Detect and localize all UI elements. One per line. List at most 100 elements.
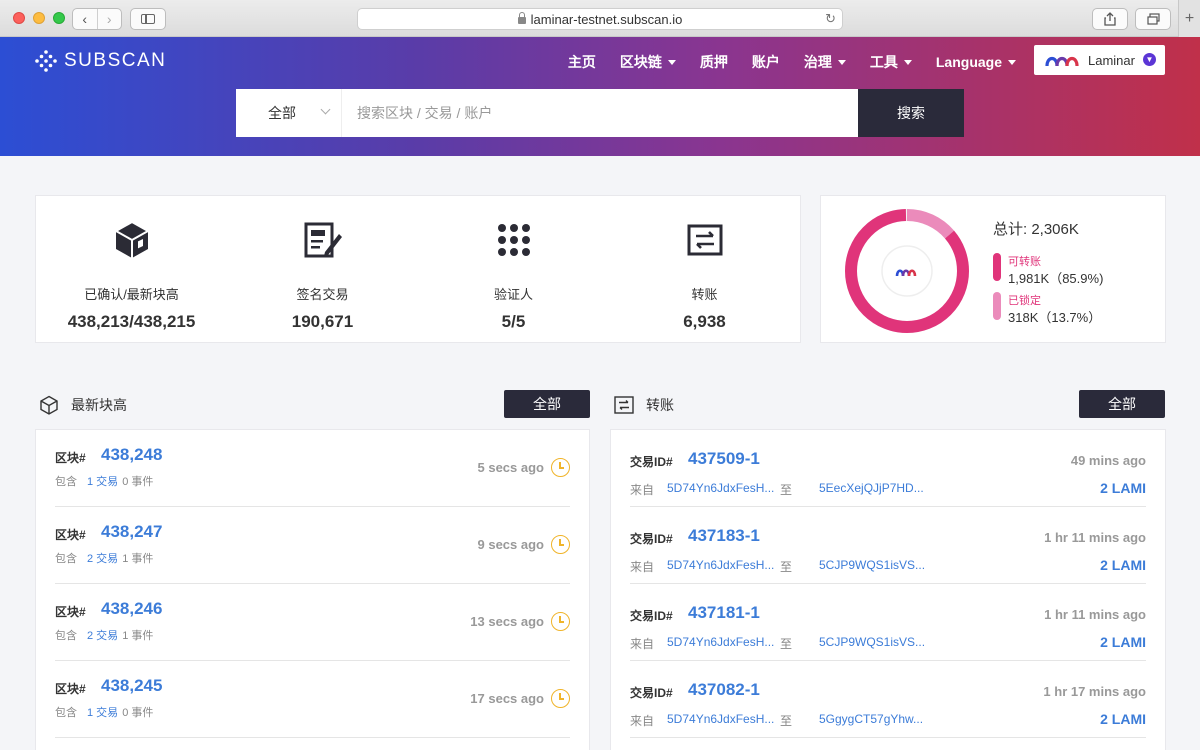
from-address-link[interactable]: 5D74Yn6JdxFesH... (667, 558, 774, 572)
stat-label: 转账 (691, 287, 718, 302)
clock-icon (551, 612, 570, 631)
new-tab-button[interactable]: + (1178, 0, 1200, 37)
extrinsics-count-link[interactable]: 1 交易 (87, 707, 118, 719)
events-count-link[interactable]: 1 事件 (122, 630, 153, 642)
nav-item[interactable]: 区块链 (620, 52, 676, 72)
token-supply-card: 总计: 2,306K 可转账 1,981K（85.9%) 已锁定 318K（13… (820, 195, 1166, 343)
from-label: 来自 (630, 483, 655, 497)
stat-label: 验证人 (493, 287, 533, 302)
block-number-link[interactable]: 438,247 (101, 522, 162, 542)
block-icon (113, 220, 150, 258)
nav-item[interactable]: 治理 (804, 52, 846, 72)
block-time: 13 secs ago (470, 614, 544, 629)
to-address-link[interactable]: 5CJP9WQS1isVS... (819, 558, 925, 572)
search-bar: 全部 搜索 (236, 89, 964, 137)
to-label: 至 (780, 714, 793, 728)
extrinsics-count-link[interactable]: 2 交易 (87, 630, 118, 642)
nav-item-label: 治理 (803, 54, 832, 70)
back-icon[interactable]: ‹ (73, 9, 97, 29)
block-outline-icon (40, 395, 58, 415)
search-input[interactable] (342, 89, 858, 137)
transfer-time: 1 hr 17 mins ago (1043, 684, 1146, 699)
nav-item[interactable]: 工具 (870, 52, 912, 72)
block-row: 区块# 438,246 包含 2 交易 1 事件 13 secs ago (55, 584, 570, 661)
block-number-link[interactable]: 438,246 (101, 599, 162, 619)
chevron-down-icon: ▼ (1143, 53, 1156, 66)
nav-item[interactable]: 账户 (752, 52, 780, 72)
block-number-link[interactable]: 438,245 (101, 676, 162, 696)
tabs-overview-button[interactable] (1135, 8, 1171, 30)
nav-item[interactable]: Language (936, 54, 1016, 70)
contains-label: 包含 (55, 707, 77, 719)
block-key: 区块# (55, 528, 86, 542)
transfer-id-link[interactable]: 437509-1 (688, 449, 760, 469)
zoom-window-button[interactable] (53, 12, 65, 24)
stat-label: 已确认/最新块高 (84, 287, 179, 302)
clock-icon (551, 689, 570, 708)
to-address-link[interactable]: 5GgygCT57gYhw... (819, 712, 923, 726)
network-selector[interactable]: Laminar ▼ (1034, 45, 1165, 75)
stat-signed-extrinsics[interactable]: 签名交易 190,671 (227, 196, 418, 342)
search-button[interactable]: 搜索 (858, 89, 964, 137)
from-address-link[interactable]: 5D74Yn6JdxFesH... (667, 635, 774, 649)
section-title: 最新块高 (71, 397, 127, 413)
stat-blocks[interactable]: 已确认/最新块高 438,213/438,215 (36, 196, 227, 342)
events-count-link[interactable]: 0 事件 (122, 707, 153, 719)
close-window-button[interactable] (13, 12, 25, 24)
search-type-value: 全部 (268, 105, 296, 121)
all-blocks-button[interactable]: 全部 (504, 390, 590, 418)
stat-validators[interactable]: 验证人 5/5 (418, 196, 609, 342)
sidebar-icon (141, 14, 155, 24)
stat-value: 6,938 (683, 312, 726, 331)
share-button[interactable] (1092, 8, 1128, 30)
subscan-logo[interactable]: SUBSCAN (34, 49, 166, 73)
transfer-id-link[interactable]: 437183-1 (688, 526, 760, 546)
all-transfers-button[interactable]: 全部 (1079, 390, 1165, 418)
block-row: 区块# 438,247 包含 2 交易 1 事件 9 secs ago (55, 507, 570, 584)
stat-value: 5/5 (501, 312, 526, 331)
to-address-link[interactable]: 5EecXejQJjP7HD... (819, 481, 924, 495)
url-text: laminar-testnet.subscan.io (530, 11, 683, 27)
lock-icon (517, 11, 526, 24)
block-time: 5 secs ago (477, 460, 545, 475)
from-label: 来自 (630, 637, 655, 651)
extrinsics-count-link[interactable]: 1 交易 (87, 476, 118, 488)
block-key: 区块# (55, 605, 86, 619)
subscan-logo-icon (35, 50, 57, 72)
events-count-link[interactable]: 1 事件 (122, 553, 153, 565)
sidebar-toggle-button[interactable] (130, 8, 166, 30)
block-summary: 包含 2 交易 1 事件 (55, 627, 153, 643)
to-label: 至 (780, 637, 793, 651)
block-row: 区块# 438,248 包含 1 交易 0 事件 5 secs ago (55, 430, 570, 507)
stat-transfers[interactable]: 转账 6,938 (609, 196, 800, 342)
to-address-link[interactable]: 5CJP9WQS1isVS... (819, 635, 925, 649)
forward-icon[interactable]: › (96, 9, 122, 29)
transfer-time: 1 hr 11 mins ago (1044, 607, 1146, 622)
from-label: 来自 (630, 560, 655, 574)
from-label: 来自 (630, 714, 655, 728)
events-count-link[interactable]: 0 事件 (122, 476, 153, 488)
block-number-link[interactable]: 438,248 (101, 445, 162, 465)
minimize-window-button[interactable] (33, 12, 45, 24)
nav-item[interactable]: 质押 (700, 52, 728, 72)
latest-blocks-heading: 最新块高 (39, 395, 127, 415)
nav-item[interactable]: 主页 (568, 52, 596, 72)
chain-stats-card: 已确认/最新块高 438,213/438,215 签名交易 190,671 验证… (35, 195, 801, 343)
transfer-id-link[interactable]: 437082-1 (688, 680, 760, 700)
contains-label: 包含 (55, 630, 77, 642)
search-type-select[interactable]: 全部 (236, 89, 342, 137)
from-address-link[interactable]: 5D74Yn6JdxFesH... (667, 712, 774, 726)
history-nav: ‹ › (72, 8, 122, 30)
address-bar[interactable]: laminar-testnet.subscan.io ↻ (357, 8, 843, 30)
transfer-id-link[interactable]: 437181-1 (688, 603, 760, 623)
clock-icon (551, 458, 570, 477)
block-summary: 包含 1 交易 0 事件 (55, 473, 153, 489)
extrinsics-count-link[interactable]: 2 交易 (87, 553, 118, 565)
reload-icon[interactable]: ↻ (825, 11, 836, 27)
transfer-key: 交易ID# (630, 686, 673, 700)
nav-item-label: 主页 (567, 54, 596, 70)
transfer-amount: 2 LAMI (1100, 711, 1146, 727)
transfers-heading: 转账 (614, 395, 674, 415)
from-address-link[interactable]: 5D74Yn6JdxFesH... (667, 481, 774, 495)
nav-item-label: 质押 (699, 54, 728, 70)
